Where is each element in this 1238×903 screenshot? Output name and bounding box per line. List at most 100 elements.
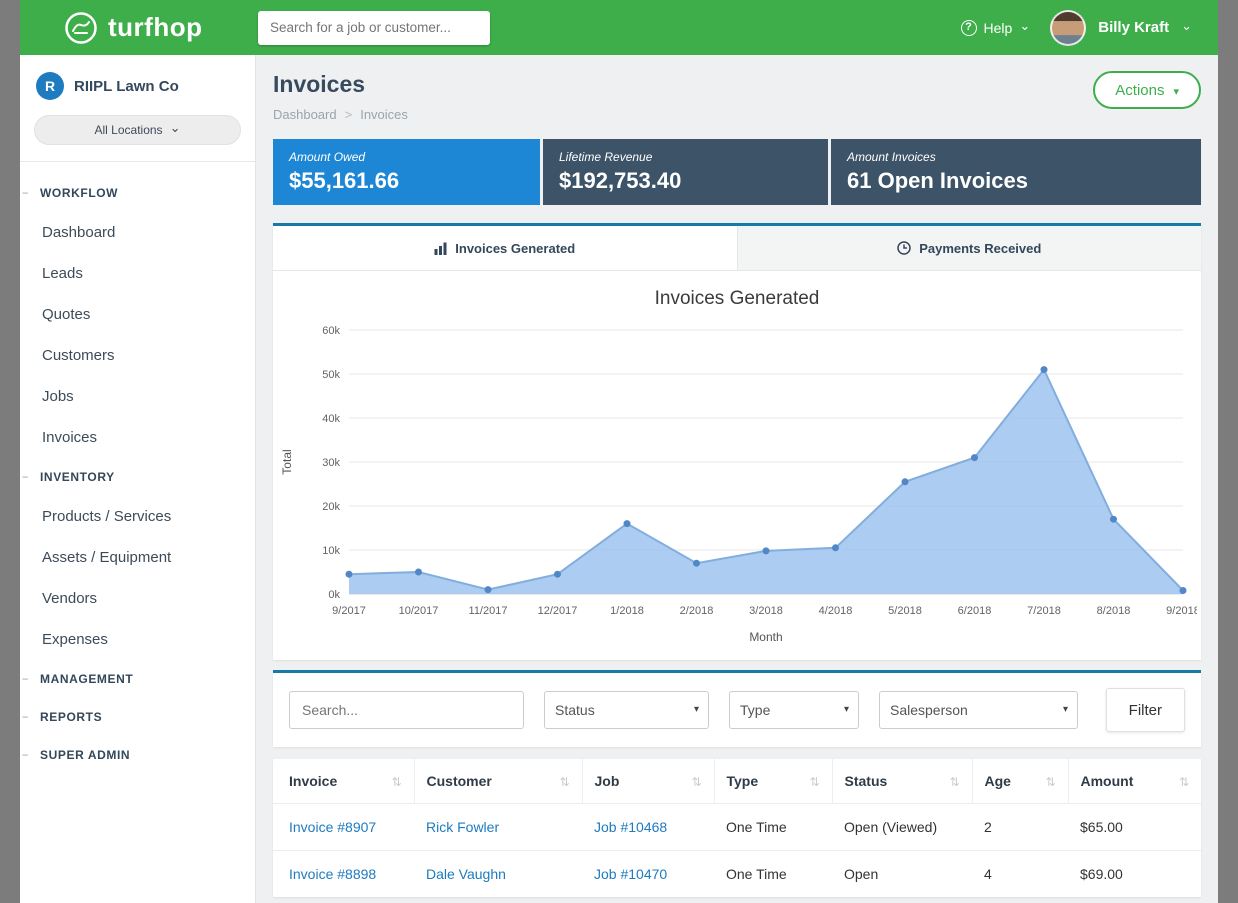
page-title: Invoices xyxy=(273,71,408,98)
svg-text:30k: 30k xyxy=(322,457,340,469)
chevron-down-icon xyxy=(1019,19,1030,37)
filter-button[interactable]: Filter xyxy=(1106,688,1185,732)
svg-text:Total: Total xyxy=(280,449,294,474)
chevron-down-icon xyxy=(170,122,181,138)
chart-panel: Invoices Generated Payments Received Inv… xyxy=(273,223,1201,660)
invoices-table: Invoice Customer Job Type Status Age Amo… xyxy=(273,759,1201,897)
sidebar-item-dashboard[interactable]: Dashboard xyxy=(20,212,255,253)
sidebar-item-assets-equipment[interactable]: Assets / Equipment xyxy=(20,537,255,578)
type-select[interactable]: Type xyxy=(729,691,859,729)
col-customer[interactable]: Customer xyxy=(414,759,582,804)
sort-icon[interactable] xyxy=(949,773,959,789)
status-select-wrap: Status xyxy=(544,691,709,729)
tab-payments-received[interactable]: Payments Received xyxy=(737,226,1202,270)
age-cell: 2 xyxy=(972,804,1068,851)
location-selector[interactable]: All Locations xyxy=(34,115,241,145)
stat-open-invoices: Amount Invoices 61 Open Invoices xyxy=(831,139,1201,205)
bar-chart-icon xyxy=(434,242,447,255)
svg-text:1/2018: 1/2018 xyxy=(610,605,644,617)
stat-label: Amount Owed xyxy=(289,150,524,164)
svg-text:10k: 10k xyxy=(322,545,340,557)
sidebar-item-invoices[interactable]: Invoices xyxy=(20,417,255,458)
sort-icon[interactable] xyxy=(809,773,819,789)
sidebar-item-quotes[interactable]: Quotes xyxy=(20,294,255,335)
svg-text:12/2017: 12/2017 xyxy=(538,605,578,617)
section-dash-icon xyxy=(22,471,27,483)
sort-icon[interactable] xyxy=(691,773,701,789)
job-link[interactable]: Job #10468 xyxy=(582,804,714,851)
svg-text:50k: 50k xyxy=(322,369,340,381)
tab-label: Payments Received xyxy=(919,241,1041,256)
sort-icon[interactable] xyxy=(559,773,569,789)
svg-text:7/2018: 7/2018 xyxy=(1027,605,1061,617)
table-search-input[interactable] xyxy=(289,691,524,729)
tab-label: Invoices Generated xyxy=(455,241,575,256)
svg-text:10/2017: 10/2017 xyxy=(399,605,439,617)
table-row: Invoice #8898 Dale Vaughn Job #10470 One… xyxy=(273,851,1201,898)
chart-tabs: Invoices Generated Payments Received xyxy=(273,226,1201,271)
col-type[interactable]: Type xyxy=(714,759,832,804)
sort-icon[interactable] xyxy=(1045,773,1055,789)
salesperson-select[interactable]: Salesperson xyxy=(879,691,1078,729)
col-invoice[interactable]: Invoice xyxy=(273,759,414,804)
status-cell: Open xyxy=(832,851,972,898)
sidebar-item-vendors[interactable]: Vendors xyxy=(20,578,255,619)
col-job[interactable]: Job xyxy=(582,759,714,804)
section-label: WORKFLOW xyxy=(40,186,118,200)
sidebar-item-products-services[interactable]: Products / Services xyxy=(20,496,255,537)
type-select-wrap: Type xyxy=(729,691,859,729)
sidebar-item-expenses[interactable]: Expenses xyxy=(20,619,255,660)
status-select[interactable]: Status xyxy=(544,691,709,729)
job-link[interactable]: Job #10470 xyxy=(582,851,714,898)
svg-text:40k: 40k xyxy=(322,413,340,425)
sidebar-item-jobs[interactable]: Jobs xyxy=(20,376,255,417)
sidebar-nav: WORKFLOW Dashboard Leads Quotes Customer… xyxy=(20,162,255,774)
sidebar-section-super-admin[interactable]: SUPER ADMIN xyxy=(20,736,255,774)
svg-text:0k: 0k xyxy=(328,589,340,601)
sidebar-section-management[interactable]: MANAGEMENT xyxy=(20,660,255,698)
col-amount[interactable]: Amount xyxy=(1068,759,1201,804)
app-page: turfhop ? Help Billy Kraft R RIIPL Lawn … xyxy=(20,0,1218,903)
svg-text:20k: 20k xyxy=(322,501,340,513)
sidebar-section-inventory[interactable]: INVENTORY xyxy=(20,458,255,496)
svg-text:5/2018: 5/2018 xyxy=(888,605,922,617)
invoice-link[interactable]: Invoice #8898 xyxy=(273,851,414,898)
stat-label: Lifetime Revenue xyxy=(559,150,812,164)
sort-icon[interactable] xyxy=(1179,773,1189,789)
section-dash-icon xyxy=(22,187,27,199)
tab-invoices-generated[interactable]: Invoices Generated xyxy=(273,226,737,270)
customer-link[interactable]: Rick Fowler xyxy=(414,804,582,851)
user-name[interactable]: Billy Kraft xyxy=(1098,19,1169,36)
stat-label: Amount Invoices xyxy=(847,150,1185,164)
sidebar-item-leads[interactable]: Leads xyxy=(20,253,255,294)
svg-text:9/2018: 9/2018 xyxy=(1166,605,1197,617)
help-menu[interactable]: ? Help xyxy=(961,19,1031,37)
breadcrumb-dashboard[interactable]: Dashboard xyxy=(273,107,337,122)
svg-text:8/2018: 8/2018 xyxy=(1097,605,1131,617)
sidebar-section-workflow[interactable]: WORKFLOW xyxy=(20,174,255,212)
topbar-right: ? Help Billy Kraft xyxy=(961,10,1218,46)
col-status[interactable]: Status xyxy=(832,759,972,804)
table-header-row: Invoice Customer Job Type Status Age Amo… xyxy=(273,759,1201,804)
chevron-down-icon[interactable] xyxy=(1181,19,1192,37)
sort-icon[interactable] xyxy=(391,773,401,789)
user-avatar[interactable] xyxy=(1050,10,1086,46)
global-search xyxy=(258,11,490,45)
svg-text:6/2018: 6/2018 xyxy=(958,605,992,617)
col-age[interactable]: Age xyxy=(972,759,1068,804)
amount-cell: $69.00 xyxy=(1068,851,1201,898)
customer-link[interactable]: Dale Vaughn xyxy=(414,851,582,898)
salesperson-select-wrap: Salesperson xyxy=(879,691,1078,729)
clock-icon xyxy=(897,241,911,255)
invoice-link[interactable]: Invoice #8907 xyxy=(273,804,414,851)
svg-text:11/2017: 11/2017 xyxy=(469,605,508,617)
sidebar-section-reports[interactable]: REPORTS xyxy=(20,698,255,736)
section-dash-icon xyxy=(22,711,27,723)
actions-button[interactable]: Actions xyxy=(1093,71,1201,109)
turfhop-logo-icon xyxy=(64,11,98,45)
type-cell: One Time xyxy=(714,804,832,851)
turfhop-logo[interactable]: turfhop xyxy=(20,11,258,45)
svg-text:2/2018: 2/2018 xyxy=(680,605,714,617)
global-search-input[interactable] xyxy=(258,11,490,45)
sidebar-item-customers[interactable]: Customers xyxy=(20,335,255,376)
